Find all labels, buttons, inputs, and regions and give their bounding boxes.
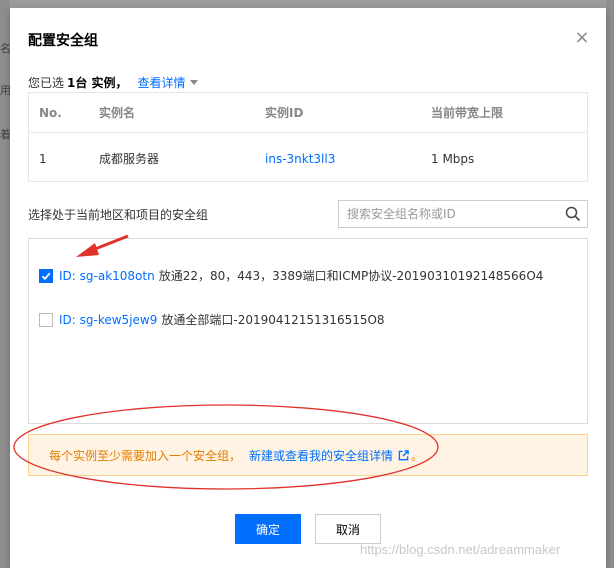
security-group-id: ID: sg-ak108otn [59,268,155,283]
column-header-id: 实例ID [265,106,304,120]
security-group-id: ID: sg-kew5jew9 [59,312,158,327]
summary-count: 1台 实例， [67,76,128,90]
notice-text: 每个实例至少需要加入一个安全组， [49,448,242,463]
list-item[interactable]: ID: sg-kew5jew9 放通全部端口-20190412151316515… [39,311,385,328]
warning-notice: 每个实例至少需要加入一个安全组， 新建或查看我的安全组详情 。 [28,434,588,476]
instance-table: No. 实例名 实例ID 当前带宽上限 1 成都服务器 ins-3nkt3ll3… [28,92,588,182]
security-group-list: ID: sg-ak108otn 放通22，80，443，3389端口和ICMP协… [28,238,588,424]
checkbox-unchecked[interactable] [39,312,53,327]
cell-no: 1 [39,152,47,166]
cell-bandwidth: 1 Mbps [431,152,475,166]
background-right-edge [606,0,614,568]
chevron-down-icon[interactable] [189,80,198,85]
security-group-desc: 放通全部端口-20190412151316515O8 [161,313,385,327]
security-group-label: 选择处于当前地区和项目的安全组 [28,208,209,222]
security-group-desc: 放通22，80，443，3389端口和ICMP协议-20190310192148… [158,269,544,283]
dialog-title: 配置安全组 [28,33,98,49]
create-or-view-security-group-link[interactable]: 新建或查看我的安全组详情 [249,447,393,464]
confirm-button[interactable]: 确定 [235,514,301,544]
cell-name: 成都服务器 [99,152,160,166]
summary-prefix: 您已选 [28,76,65,90]
check-icon [41,272,51,280]
list-item[interactable]: ID: sg-ak108otn 放通22，80，443，3389端口和ICMP协… [39,267,543,284]
checkbox-checked[interactable] [39,268,53,283]
notice-period: 。 [411,448,424,463]
view-details-link[interactable]: 查看详情 [138,74,186,91]
column-header-bandwidth: 当前带宽上限 [431,106,504,120]
table-row: 1 成都服务器 ins-3nkt3ll3 1 Mbps [29,139,587,179]
external-link-icon[interactable] [398,449,409,461]
table-header: No. 实例名 实例ID 当前带宽上限 [29,93,587,133]
configure-security-group-dialog: 配置安全组 × 您已选 1台 实例， 查看详情 No. 实例名 实例ID 当前带… [10,8,606,568]
column-header-name: 实例名 [99,106,136,120]
cell-instance-id-link[interactable]: ins-3nkt3ll3 [265,139,335,179]
search-input[interactable] [339,201,559,227]
search-box [338,200,588,228]
cancel-button[interactable]: 取消 [315,514,381,544]
background-left-edge: 名 用 着 [0,0,11,568]
close-icon[interactable]: × [574,29,590,47]
search-icon[interactable] [565,206,581,222]
watermark: https://blog.csdn.net/adreammaker [360,542,561,557]
selection-summary: 您已选 1台 实例， 查看详情 [28,74,198,91]
column-header-no: No. [39,106,62,120]
